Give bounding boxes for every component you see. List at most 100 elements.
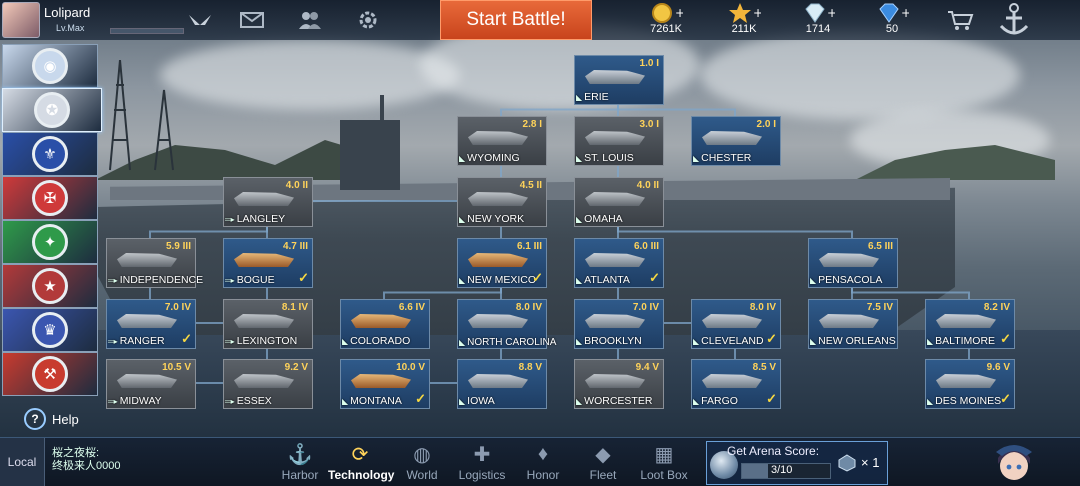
ship-node-bogue[interactable]: 4.7 III ═▸ BOGUE ✓ xyxy=(223,238,313,288)
ship-image xyxy=(468,374,528,388)
ship-node-wyoming[interactable]: 2.8 I ◣ WYOMING xyxy=(457,116,547,166)
tab-technology[interactable]: ⟳ Technology xyxy=(328,440,395,486)
nation-uk-tab[interactable]: ♛ xyxy=(2,308,98,352)
ship-node-new-mexico[interactable]: 6.1 III ◣ NEW MEXICO ✓ xyxy=(457,238,547,288)
ship-image xyxy=(117,314,177,328)
ship-node-worcester[interactable]: 9.4 V ◣ WORCESTER xyxy=(574,359,664,409)
diamond-resource[interactable]: + 1714 xyxy=(788,2,848,35)
ship-image xyxy=(117,253,177,267)
ship-node-midway[interactable]: 10.5 V ═▸ MIDWAY xyxy=(106,359,196,409)
wings-icon xyxy=(186,8,214,32)
nation-france-tab[interactable]: ⚜ xyxy=(2,132,98,176)
tab-label: Technology xyxy=(328,468,395,482)
ship-node-cleveland[interactable]: 8.0 IV ◣ CLEVELAND ✓ xyxy=(691,299,781,349)
ship-tier: 4.7 III xyxy=(282,241,308,252)
nation-usa-tab[interactable]: ✪ xyxy=(2,88,102,132)
chat-channel-button[interactable]: Local xyxy=(0,438,45,486)
cruiser-type-icon: ◣ xyxy=(693,336,700,346)
cruiser-type-icon: ◣ xyxy=(810,336,817,346)
nation-japan-tab[interactable]: ★ xyxy=(2,264,98,308)
technology-icon: ⟳ xyxy=(351,443,369,466)
advisor-avatar[interactable] xyxy=(990,436,1038,486)
ship-node-omaha[interactable]: 4.0 II ◣ OMAHA xyxy=(574,177,664,227)
ship-node-pensacola[interactable]: 6.5 III ◣ PENSACOLA xyxy=(808,238,898,288)
ship-name: ◣ WYOMING xyxy=(459,152,520,164)
ship-node-essex[interactable]: 9.2 V ═▸ ESSEX xyxy=(223,359,313,409)
ship-node-new-york[interactable]: 4.5 II ◣ NEW YORK xyxy=(457,177,547,227)
arena-score-panel[interactable]: Get Arena Score: 3/10 × 1 xyxy=(706,441,888,485)
tab-logistics[interactable]: ✚ Logistics xyxy=(450,440,514,486)
ship-tier: 8.1 IV xyxy=(281,302,308,313)
help-icon: ? xyxy=(24,408,46,430)
ship-node-lexington[interactable]: 8.1 IV ═▸ LEXINGTON xyxy=(223,299,313,349)
tab-label: Fleet xyxy=(589,468,617,482)
help-button[interactable]: ? Help xyxy=(24,408,79,430)
ship-node-new-orleans[interactable]: 7.5 IV ◣ NEW ORLEANS xyxy=(808,299,898,349)
svg-text:+: + xyxy=(675,6,683,20)
ship-node-langley[interactable]: 4.0 II ═▸ LANGLEY xyxy=(223,177,313,227)
ship-node-colorado[interactable]: 6.6 IV ◣ COLORADO xyxy=(340,299,430,349)
ship-tier: 1.0 I xyxy=(639,58,659,69)
tab-loot-box[interactable]: ▦ Loot Box xyxy=(632,440,696,486)
researched-check-icon: ✓ xyxy=(298,270,309,285)
world-icon: ◍ xyxy=(413,443,431,466)
ship-image xyxy=(234,314,294,328)
ship-node-st-louis[interactable]: 3.0 I ◣ ST. LOUIS xyxy=(574,116,664,166)
ship-node-iowa[interactable]: 8.8 V ◣ IOWA xyxy=(457,359,547,409)
nation-germany-tab[interactable]: ✠ xyxy=(2,176,98,220)
ship-tier: 8.5 V xyxy=(752,362,776,373)
crystal-icon xyxy=(838,454,856,472)
ship-node-erie[interactable]: 1.0 I ◣ ERIE xyxy=(574,55,664,105)
start-battle-button[interactable]: Start Battle! xyxy=(440,0,592,40)
tab-harbor[interactable]: ⚓ Harbor xyxy=(268,440,332,486)
ship-image xyxy=(351,314,411,328)
ship-image xyxy=(468,253,528,267)
ship-image xyxy=(585,192,645,206)
ship-node-chester[interactable]: 2.0 I ◣ CHESTER xyxy=(691,116,781,166)
ship-node-independence[interactable]: 5.9 III ═▸ INDEPENDENCE xyxy=(106,238,203,288)
chat-preview[interactable]: 桜之夜桜: 终极来人0000 xyxy=(52,447,120,473)
ship-name: ◣ PENSACOLA xyxy=(810,274,883,286)
ship-node-montana[interactable]: 10.0 V ◣ MONTANA ✓ xyxy=(340,359,430,409)
ship-image xyxy=(702,314,762,328)
ship-node-baltimore[interactable]: 8.2 IV ◣ BALTIMORE ✓ xyxy=(925,299,1015,349)
ship-node-ranger[interactable]: 7.0 IV ═▸ RANGER ✓ xyxy=(106,299,196,349)
ship-image xyxy=(351,374,411,388)
ship-image xyxy=(468,314,528,328)
friends-icon[interactable] xyxy=(296,8,324,32)
researched-check-icon: ✓ xyxy=(532,270,543,285)
nation-ussr-tab[interactable]: ⚒ xyxy=(2,352,98,396)
ship-node-des-moines[interactable]: 9.6 V ◣ DES MOINES ✓ xyxy=(925,359,1015,409)
settings-icon[interactable] xyxy=(354,8,382,32)
shop-cart-icon[interactable] xyxy=(946,8,974,32)
arena-progress-fill xyxy=(742,464,769,478)
nation-1-tab[interactable]: ◉ xyxy=(2,44,98,88)
tab-label: World xyxy=(406,468,438,482)
carrier-type-icon: ═▸ xyxy=(225,336,235,346)
ship-node-north-carolina[interactable]: 8.0 IV ◣ NORTH CAROLINA xyxy=(457,299,556,349)
ship-tier: 7.0 IV xyxy=(632,302,659,313)
coin-resource[interactable]: + 7261K xyxy=(636,2,696,35)
nation-italy-emblem-icon: ✦ xyxy=(32,224,68,260)
tab-fleet[interactable]: ◆ Fleet xyxy=(571,440,635,486)
tab-world[interactable]: ◍ World xyxy=(390,440,454,486)
ship-tier: 3.0 I xyxy=(639,119,659,130)
ship-node-atlanta[interactable]: 6.0 III ◣ ATLANTA ✓ xyxy=(574,238,664,288)
tab-honor[interactable]: ♦ Honor xyxy=(511,440,575,486)
tab-label: Logistics xyxy=(458,468,506,482)
ship-node-fargo[interactable]: 8.5 V ◣ FARGO ✓ xyxy=(691,359,781,409)
carrier-type-icon: ═▸ xyxy=(225,214,235,224)
ship-node-brooklyn[interactable]: 7.0 IV ◣ BROOKLYN xyxy=(574,299,664,349)
ship-tier: 2.8 I xyxy=(522,119,542,130)
gem-resource[interactable]: + 50 xyxy=(862,2,922,35)
mail-icon[interactable] xyxy=(238,8,266,32)
coin-icon: + xyxy=(636,2,696,24)
nation-germany-emblem-icon: ✠ xyxy=(32,180,68,216)
nation-italy-tab[interactable]: ✦ xyxy=(2,220,98,264)
anchor-icon[interactable] xyxy=(994,2,1034,38)
star-resource[interactable]: + 211K xyxy=(714,2,774,35)
player-avatar[interactable] xyxy=(2,2,40,38)
diamond-icon: + xyxy=(788,2,848,24)
star-value: 211K xyxy=(731,23,757,35)
loot-box-icon: ▦ xyxy=(654,443,674,466)
